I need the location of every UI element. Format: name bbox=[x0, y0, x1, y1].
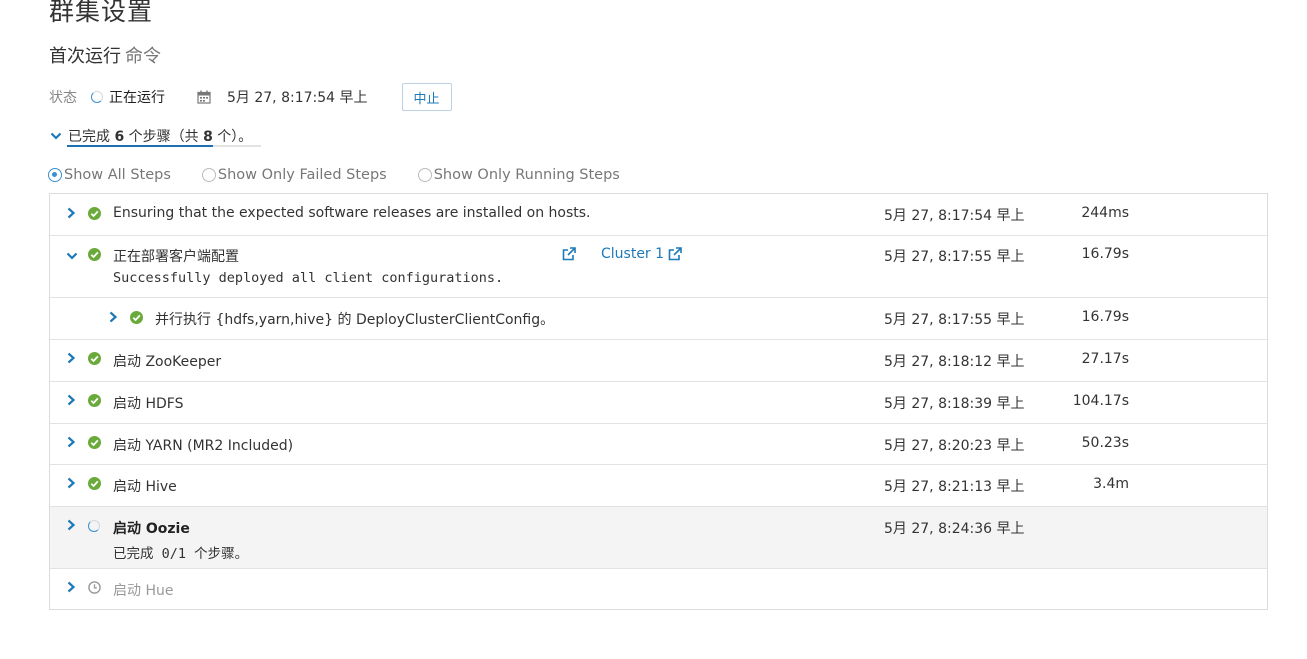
check-circle-icon bbox=[88, 207, 101, 220]
filter-failed-steps[interactable]: Show Only Failed Steps bbox=[201, 167, 387, 183]
subtitle-muted: 命令 bbox=[125, 46, 161, 67]
step-name: 并行执行 {hdfs,yarn,hive} 的 DeployClusterCli… bbox=[155, 312, 555, 328]
step-name: 启动 Hive bbox=[113, 479, 177, 495]
status-row: 状态 正在运行 5月 27, 8:17:54 早上 中止 bbox=[49, 83, 452, 111]
step-duration: 16.79s bbox=[1081, 309, 1129, 325]
step-duration: 104.17s bbox=[1072, 393, 1129, 409]
step-time: 5月 27, 8:20:23 早上 bbox=[884, 438, 1025, 454]
step-duration: 27.17s bbox=[1081, 351, 1129, 367]
step-row: 启动 Hive 5月 27, 8:21:13 早上 3.4m bbox=[50, 465, 1267, 507]
step-row: 启动 ZooKeeper 5月 27, 8:18:12 早上 27.17s bbox=[50, 340, 1267, 382]
step-duration: 50.23s bbox=[1081, 435, 1129, 451]
page-title: 群集设置 bbox=[49, 0, 154, 26]
check-circle-icon bbox=[88, 436, 101, 449]
step-time: 5月 27, 8:17:54 早上 bbox=[884, 208, 1025, 224]
check-circle-icon bbox=[88, 477, 101, 490]
step-row: 启动 YARN (MR2 Included) 5月 27, 8:20:23 早上… bbox=[50, 424, 1267, 465]
step-duration: 16.79s bbox=[1081, 246, 1129, 262]
step-name: 正在部署客户端配置 bbox=[113, 249, 239, 265]
step-detail: 已完成 0/1 个步骤。 bbox=[113, 546, 249, 562]
step-time: 5月 27, 8:17:55 早上 bbox=[884, 249, 1025, 265]
check-circle-icon bbox=[88, 394, 101, 407]
step-duration: 3.4m bbox=[1093, 476, 1129, 492]
chevron-right-icon[interactable] bbox=[66, 581, 76, 593]
spinner-icon bbox=[88, 520, 100, 532]
spinner-icon bbox=[91, 91, 103, 103]
radio-checked-icon[interactable] bbox=[48, 168, 62, 182]
chevron-down-icon bbox=[50, 130, 62, 142]
subtitle-main: 首次运行 bbox=[49, 46, 121, 67]
calendar-icon bbox=[197, 90, 211, 104]
step-time: 5月 27, 8:18:12 早上 bbox=[884, 354, 1025, 370]
external-link-icon[interactable] bbox=[562, 247, 576, 261]
chevron-right-icon[interactable] bbox=[66, 394, 76, 406]
radio-icon[interactable] bbox=[201, 168, 216, 182]
step-name: Ensuring that the expected software rele… bbox=[113, 205, 591, 221]
chevron-right-icon[interactable] bbox=[66, 352, 76, 364]
filter-all-steps[interactable]: Show All Steps bbox=[48, 167, 171, 183]
chevron-right-icon[interactable] bbox=[108, 311, 118, 323]
chevron-right-icon[interactable] bbox=[66, 207, 76, 219]
substep-row: 并行执行 {hdfs,yarn,hive} 的 DeployClusterCli… bbox=[50, 298, 1267, 340]
step-time: 5月 27, 8:21:13 早上 bbox=[884, 479, 1025, 495]
step-duration: 244ms bbox=[1081, 205, 1129, 221]
step-row-running: 启动 Oozie 已完成 0/1 个步骤。 5月 27, 8:24:36 早上 bbox=[50, 507, 1267, 569]
step-filter-group: Show All Steps Show Only Failed Steps Sh… bbox=[48, 167, 651, 183]
chevron-right-icon[interactable] bbox=[66, 519, 76, 531]
status-date: 5月 27, 8:17:54 早上 bbox=[227, 90, 368, 106]
chevron-right-icon[interactable] bbox=[66, 477, 76, 489]
steps-table: Ensuring that the expected software rele… bbox=[49, 193, 1268, 610]
step-row: Ensuring that the expected software rele… bbox=[50, 194, 1267, 236]
step-time: 5月 27, 8:24:36 早上 bbox=[884, 521, 1025, 537]
filter-running-steps[interactable]: Show Only Running Steps bbox=[417, 167, 620, 183]
step-name: 启动 Oozie bbox=[113, 521, 190, 537]
status-value: 正在运行 bbox=[109, 90, 165, 106]
step-name: 启动 HDFS bbox=[113, 396, 184, 412]
status-label: 状态 bbox=[49, 90, 77, 106]
step-row-pending: 启动 Hue bbox=[50, 569, 1267, 609]
step-name: 启动 Hue bbox=[113, 583, 174, 599]
page-subtitle: 首次运行 命令 bbox=[49, 42, 161, 68]
step-time: 5月 27, 8:17:55 早上 bbox=[884, 312, 1025, 328]
step-detail: Successfully deployed all client configu… bbox=[113, 270, 504, 286]
check-circle-icon bbox=[130, 311, 143, 324]
step-time: 5月 27, 8:18:39 早上 bbox=[884, 396, 1025, 412]
external-link-icon bbox=[668, 247, 682, 261]
check-circle-icon bbox=[88, 352, 101, 365]
abort-button[interactable]: 中止 bbox=[401, 83, 452, 111]
cluster-link[interactable]: Cluster 1 bbox=[601, 246, 682, 262]
step-row: 启动 HDFS 5月 27, 8:18:39 早上 104.17s bbox=[50, 382, 1267, 424]
radio-icon[interactable] bbox=[417, 168, 432, 182]
check-circle-icon bbox=[88, 248, 101, 261]
clock-icon bbox=[88, 581, 101, 594]
progress-toggle[interactable]: 已完成 6 个步骤（共 8 个）。 bbox=[50, 126, 252, 146]
step-row: 正在部署客户端配置 Cluster 1 Successfully deploye… bbox=[50, 236, 1267, 298]
progress-bar-fill bbox=[67, 145, 213, 147]
progress-bar bbox=[67, 145, 261, 147]
step-name: 启动 ZooKeeper bbox=[113, 354, 222, 370]
chevron-down-icon[interactable] bbox=[66, 250, 78, 262]
step-name: 启动 YARN (MR2 Included) bbox=[113, 438, 294, 454]
progress-summary: 已完成 6 个步骤（共 8 个）。 bbox=[68, 129, 253, 145]
chevron-right-icon[interactable] bbox=[66, 436, 76, 448]
